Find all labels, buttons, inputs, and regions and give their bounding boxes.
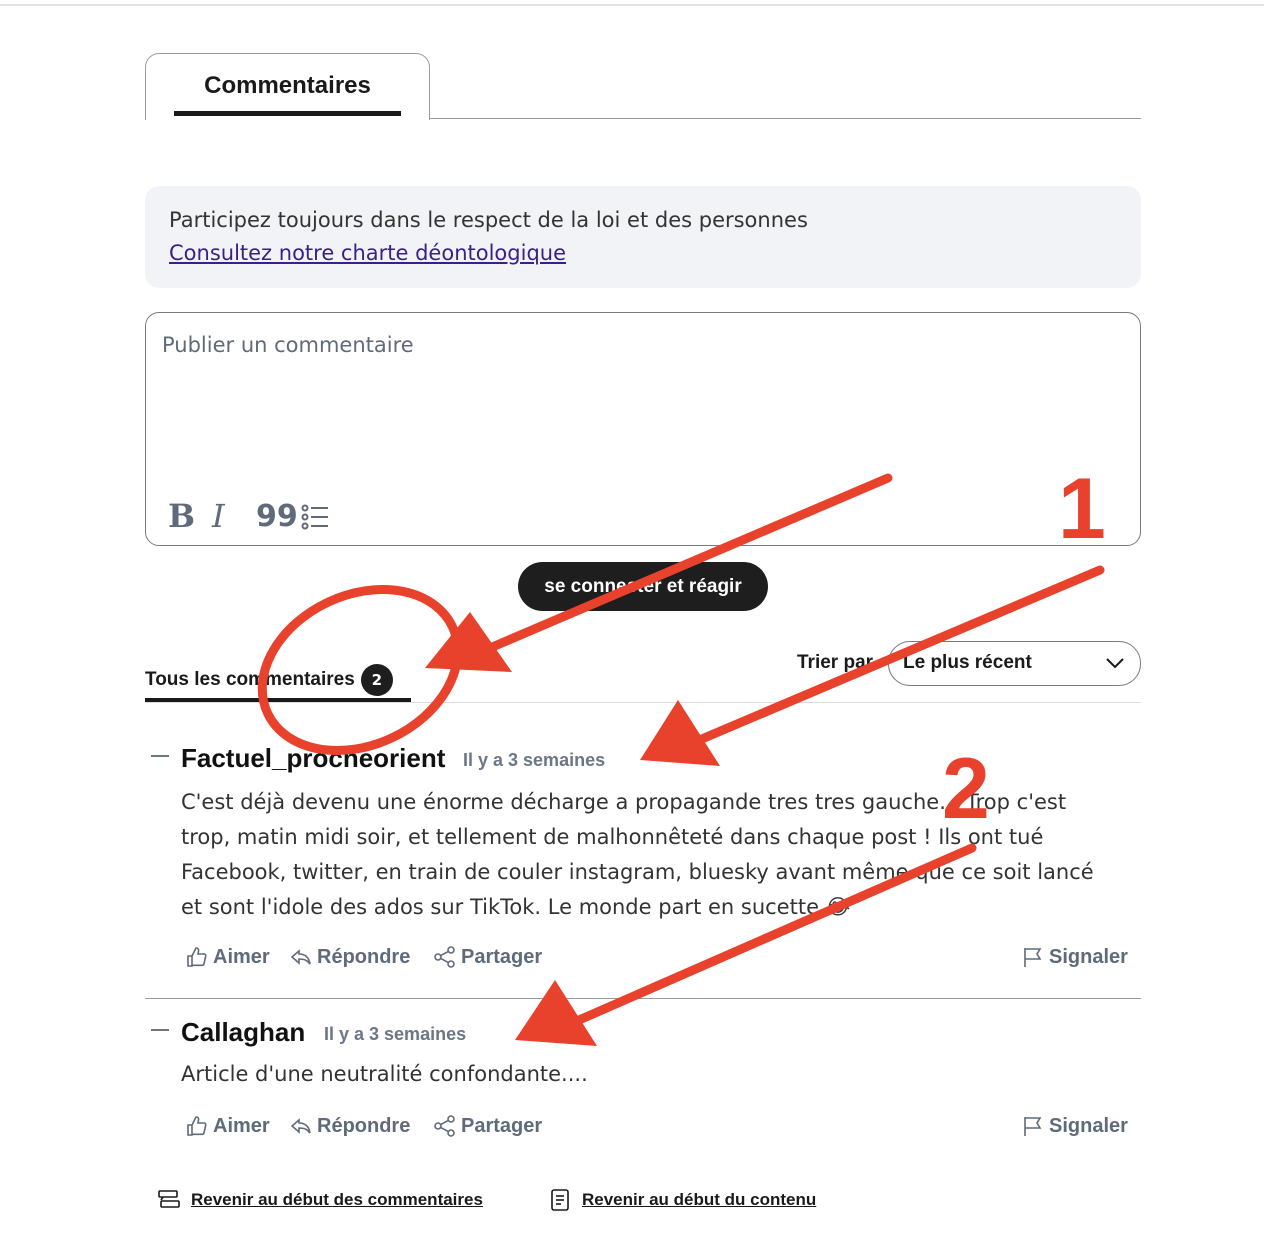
document-icon — [551, 1189, 569, 1211]
collapse-icon[interactable] — [151, 1029, 169, 1031]
comment-actions: Aimer Répondre Partager Signaler — [185, 1114, 1131, 1144]
annotation-arrowhead — [425, 612, 512, 672]
comment-count-badge: 2 — [360, 664, 393, 696]
chevron-down-icon — [1104, 652, 1126, 678]
italic-icon[interactable]: I — [212, 497, 225, 535]
reply-icon — [290, 949, 311, 965]
comment-author[interactable]: Callaghan — [181, 1017, 305, 1048]
reply-button[interactable]: Répondre — [289, 945, 410, 969]
sort-select[interactable]: Le plus récent — [888, 641, 1141, 686]
bold-icon[interactable]: B — [168, 497, 195, 535]
report-label: Signaler — [1049, 945, 1128, 968]
comment-item: Callaghan Il y a 3 semaines Article d'un… — [145, 1017, 1141, 1157]
sort-selected-value: Le plus récent — [903, 652, 1032, 673]
like-button[interactable]: Aimer — [185, 1114, 270, 1138]
like-button[interactable]: Aimer — [185, 945, 270, 969]
editor-placeholder: Publier un commentaire — [162, 333, 414, 357]
charter-link[interactable]: Consultez notre charte déontologique — [169, 241, 566, 265]
comment-time: Il y a 3 semaines — [463, 750, 606, 770]
back-to-comments-link[interactable]: Revenir au début des commentaires — [157, 1188, 483, 1212]
back-to-comments-label: Revenir au début des commentaires — [191, 1190, 483, 1209]
notice-text: Participez toujours dans le respect de l… — [169, 208, 808, 232]
bullet-list-icon[interactable] — [301, 503, 329, 535]
report-label: Signaler — [1049, 1114, 1128, 1137]
comment-author[interactable]: Factuel_procheorient — [181, 743, 445, 774]
tabs-divider — [145, 702, 1141, 703]
comments-icon — [158, 1190, 180, 1208]
tab-commentaires[interactable]: Commentaires — [145, 53, 430, 120]
share-label: Partager — [461, 945, 543, 968]
login-to-react-button[interactable]: se connecter et réagir — [518, 562, 768, 611]
comment-time: Il y a 3 semaines — [324, 1024, 467, 1044]
tab-active-indicator — [174, 111, 401, 116]
share-button[interactable]: Partager — [433, 1114, 542, 1138]
share-label: Partager — [461, 1114, 543, 1137]
comment-item: Factuel_procheorient Il y a 3 semaines C… — [145, 743, 1141, 983]
share-icon — [434, 1115, 455, 1137]
tab-all-comments[interactable]: Tous les commentaires 2 — [145, 660, 393, 700]
all-comments-label: Tous les commentaires — [145, 669, 355, 690]
report-button[interactable]: Signaler — [1021, 1114, 1128, 1138]
top-divider — [0, 4, 1264, 6]
share-icon — [434, 946, 455, 968]
flag-icon — [1024, 1117, 1042, 1136]
share-button[interactable]: Partager — [433, 945, 542, 969]
back-to-content-link[interactable]: Revenir au début du contenu — [548, 1188, 816, 1212]
thumbs-up-icon — [187, 1116, 207, 1136]
quote-icon[interactable]: 99 — [256, 499, 298, 534]
reply-label: Répondre — [317, 945, 411, 968]
report-button[interactable]: Signaler — [1021, 945, 1128, 969]
reply-label: Répondre — [317, 1114, 411, 1137]
flag-icon — [1024, 948, 1042, 967]
comment-divider — [145, 998, 1141, 999]
like-label: Aimer — [213, 945, 270, 968]
reply-button[interactable]: Répondre — [289, 1114, 410, 1138]
reply-icon — [290, 1118, 311, 1134]
comment-body: Article d'une neutralité confondante.... — [181, 1062, 588, 1086]
comment-actions: Aimer Répondre Partager Signaler — [185, 945, 1131, 975]
tab-label: Commentaires — [204, 72, 371, 99]
like-label: Aimer — [213, 1114, 270, 1137]
comment-editor[interactable]: Publier un commentaire B I 99 — [145, 312, 1141, 546]
collapse-icon[interactable] — [151, 755, 169, 757]
tab-baseline — [429, 118, 1141, 119]
comment-body: C'est déjà devenu une énorme décharge a … — [181, 790, 1094, 919]
back-to-content-label: Revenir au début du contenu — [582, 1190, 817, 1209]
sort-label: Trier par — [797, 652, 874, 673]
thumbs-up-icon — [187, 947, 207, 967]
charter-notice: Participez toujours dans le respect de l… — [145, 186, 1141, 288]
